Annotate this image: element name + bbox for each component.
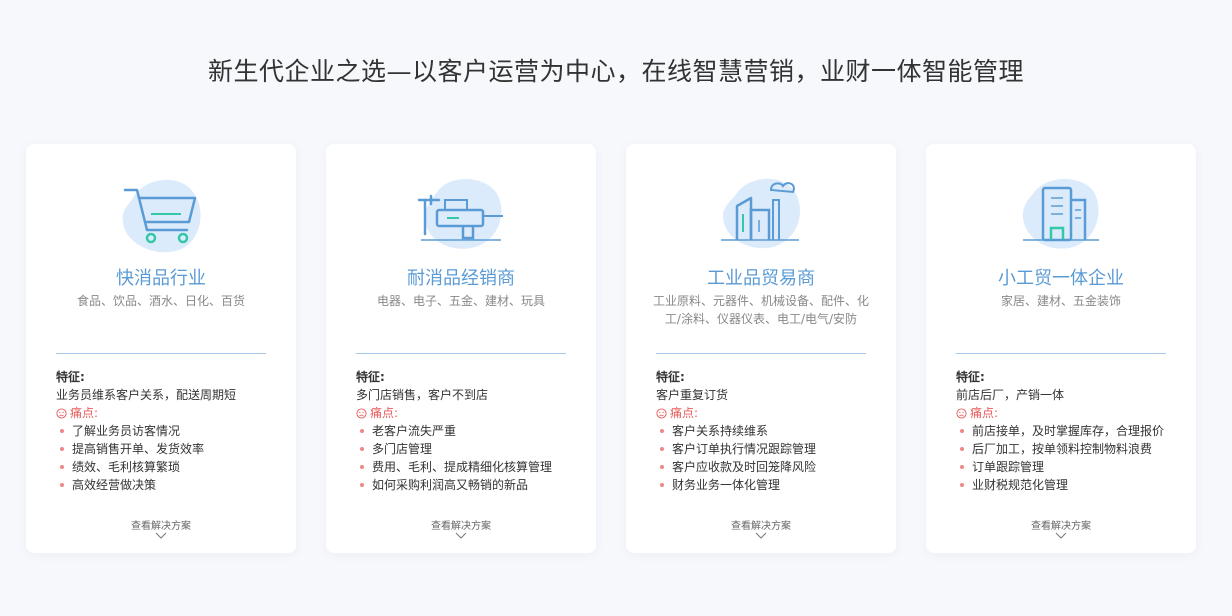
list-item: 财务业务一体化管理: [656, 476, 881, 494]
list-item: 后厂加工，按单领料控制物料浪费: [956, 440, 1181, 458]
industry-card-fmcg: 快消品行业 食品、饮品、酒水、日化、百货 特征: 业务员维系客户关系，配送周期短…: [26, 144, 296, 553]
chevron-down-icon[interactable]: [455, 532, 467, 539]
feature-label: 特征:: [956, 370, 985, 384]
sad-face-icon: [656, 407, 667, 419]
view-solution-link[interactable]: 查看解决方案: [26, 517, 296, 532]
card-divider: [56, 353, 266, 354]
list-item: 提高销售开单、发货效率: [56, 440, 281, 458]
shopping-cart-icon: [111, 170, 211, 256]
list-item: 如何采购利润高又畅销的新品: [356, 476, 581, 494]
list-item: 客户订单执行情况跟踪管理: [656, 440, 881, 458]
pain-heading: 痛点:: [356, 404, 581, 422]
chevron-down-icon[interactable]: [755, 532, 767, 539]
list-item: 多门店管理: [356, 440, 581, 458]
chevron-down-icon[interactable]: [1055, 532, 1067, 539]
industry-cards: 快消品行业 食品、饮品、酒水、日化、百货 特征: 业务员维系客户关系，配送周期短…: [26, 144, 1196, 553]
list-item: 客户应收款及时回笼降风险: [656, 458, 881, 476]
list-item: 绩效、毛利核算繁琐: [56, 458, 281, 476]
card-title: 小工贸一体企业: [998, 268, 1124, 289]
card-subtitle: 家居、建材、五金装饰: [1000, 294, 1121, 308]
list-item: 费用、毛利、提成精细化核算管理: [356, 458, 581, 476]
pain-heading: 痛点:: [56, 404, 281, 422]
pain-list: 前店接单，及时掌握库存，合理报价 后厂加工，按单领料控制物料浪费 订单跟踪管理 …: [956, 422, 1181, 494]
feature-text: 业务员维系客户关系，配送周期短: [56, 388, 237, 402]
card-features: 特征: 多门店销售，客户不到店 痛点: 老客户流失严重 多门店管理 费用、毛利、…: [356, 368, 581, 494]
pain-heading: 痛点:: [956, 404, 1181, 422]
industry-card-small-manufacturing: 小工贸一体企业 家居、建材、五金装饰 特征: 前店后厂，产销一体 痛点: 前店接…: [926, 144, 1196, 553]
pain-list: 了解业务员访客情况 提高销售开单、发货效率 绩效、毛利核算繁琐 高效经营做决策: [56, 422, 281, 494]
list-item: 了解业务员访客情况: [56, 422, 281, 440]
list-item: 订单跟踪管理: [956, 458, 1181, 476]
card-subtitle: 电器、电子、五金、建材、玩具: [376, 294, 545, 308]
card-features: 特征: 前店后厂，产销一体 痛点: 前店接单，及时掌握库存，合理报价 后厂加工，…: [956, 368, 1181, 494]
feature-label: 特征:: [356, 370, 385, 384]
card-subtitle: 工业原料、元器件、机械设备、配件、化工/涂料、仪器仪表、电工/电气/安防: [652, 294, 869, 326]
list-item: 高效经营做决策: [56, 476, 281, 494]
card-divider: [356, 353, 566, 354]
card-title: 工业品贸易商: [707, 268, 815, 289]
page: 新生代企业之选—以客户运营为中心，在线智慧营销，业财一体智能管理 快消品行业 食…: [0, 0, 1232, 616]
chevron-down-icon[interactable]: [155, 532, 167, 539]
sad-face-icon: [56, 407, 67, 419]
list-item: 业财税规范化管理: [956, 476, 1181, 494]
card-divider: [956, 353, 1166, 354]
sad-face-icon: [956, 407, 967, 419]
feature-label: 特征:: [656, 370, 685, 384]
card-features: 特征: 业务员维系客户关系，配送周期短 痛点: 了解业务员访客情况 提高销售开单…: [56, 368, 281, 494]
list-item: 前店接单，及时掌握库存，合理报价: [956, 422, 1181, 440]
feature-text: 多门店销售，客户不到店: [356, 388, 489, 402]
pain-list: 客户关系持续维系 客户订单执行情况跟踪管理 客户应收款及时回笼降风险 财务业务一…: [656, 422, 881, 494]
pain-heading: 痛点:: [656, 404, 881, 422]
industry-card-durables: 耐消品经销商 电器、电子、五金、建材、玩具 特征: 多门店销售，客户不到店 痛点…: [326, 144, 596, 553]
view-solution-link[interactable]: 查看解决方案: [926, 517, 1196, 532]
card-features: 特征: 客户重复订货 痛点: 客户关系持续维系 客户订单执行情况跟踪管理 客户应…: [656, 368, 881, 494]
feature-text: 前店后厂，产销一体: [956, 388, 1065, 402]
card-title: 耐消品经销商: [407, 268, 515, 289]
list-item: 客户关系持续维系: [656, 422, 881, 440]
view-solution-link[interactable]: 查看解决方案: [326, 517, 596, 532]
card-divider: [656, 353, 866, 354]
card-subtitle: 食品、饮品、酒水、日化、百货: [76, 294, 245, 308]
pain-label: 痛点:: [970, 406, 999, 420]
sad-face-icon: [356, 407, 367, 419]
pain-label: 痛点:: [670, 406, 699, 420]
tools-icon: [411, 170, 511, 256]
feature-text: 客户重复订货: [656, 388, 729, 402]
pain-label: 痛点:: [370, 406, 399, 420]
page-headline: 新生代企业之选—以客户运营为中心，在线智慧营销，业财一体智能管理: [207, 57, 1024, 86]
list-item: 老客户流失严重: [356, 422, 581, 440]
industry-card-industrial: 工业品贸易商 工业原料、元器件、机械设备、配件、化工/涂料、仪器仪表、电工/电气…: [626, 144, 896, 553]
card-title: 快消品行业: [116, 268, 206, 289]
pain-label: 痛点:: [70, 406, 99, 420]
factory-icon: [711, 170, 811, 256]
feature-label: 特征:: [56, 370, 85, 384]
pain-list: 老客户流失严重 多门店管理 费用、毛利、提成精细化核算管理 如何采购利润高又畅销…: [356, 422, 581, 494]
view-solution-link[interactable]: 查看解决方案: [626, 517, 896, 532]
building-icon: [1011, 170, 1111, 256]
